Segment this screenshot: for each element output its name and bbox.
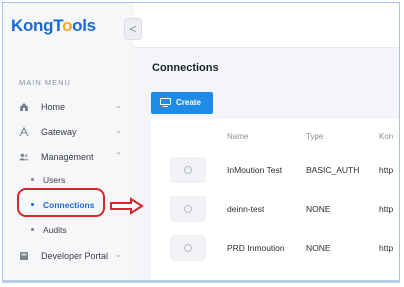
column-header-name[interactable]: Name (227, 132, 248, 141)
app-window: KongTools MAIN MENU Home ⌄ Gateway ⌄ Man… (2, 2, 400, 283)
connection-kong-url: http (379, 165, 394, 175)
connection-avatar (170, 196, 206, 222)
connection-avatar (170, 235, 206, 261)
connection-type: NONE (306, 243, 331, 253)
column-header-kong[interactable]: Kon (379, 132, 393, 141)
monitor-icon (160, 98, 171, 107)
logo-text-kong: Kong (11, 16, 54, 35)
connection-icon (184, 205, 192, 213)
connection-type: NONE (306, 204, 331, 214)
users-icon (19, 153, 29, 161)
connection-avatar (170, 157, 206, 183)
page-title: Connections (152, 62, 219, 74)
chevron-down-icon: ⌄ (115, 101, 122, 110)
chevron-down-icon: ⌄ (115, 250, 122, 259)
chevron-down-icon: ⌄ (115, 126, 122, 135)
chevron-up-icon: ⌃ (115, 151, 122, 160)
connection-type: BASIC_AUTH (306, 165, 360, 175)
sidebar: KongTools MAIN MENU Home ⌄ Gateway ⌄ Man… (3, 3, 135, 280)
table-row[interactable]: deinn-test NONE http (151, 191, 399, 229)
connection-name[interactable]: PRD Inmoution (227, 243, 285, 253)
sidebar-subitem-audits[interactable]: Audits (3, 221, 134, 239)
main-content: Connections Create Name Type Kon InMouti… (134, 3, 399, 280)
bullet-icon (31, 228, 34, 231)
sidebar-item-label: Management (41, 152, 94, 162)
sidebar-item-label: Developer Portal (41, 251, 109, 261)
bullet-icon (31, 178, 34, 181)
sidebar-subitem-users[interactable]: Users (3, 171, 134, 189)
top-bar (134, 3, 399, 48)
home-icon (20, 103, 28, 111)
create-button-label: Create (176, 98, 201, 107)
connection-icon (184, 166, 192, 174)
logo-text-ols: ols (72, 16, 96, 35)
main-menu-heading: MAIN MENU (19, 78, 71, 87)
highlight-annotation (17, 188, 105, 217)
logo-text-o: o (62, 16, 73, 35)
connection-name[interactable]: InMoution Test (227, 165, 282, 175)
sidebar-subitem-label: Users (43, 175, 66, 185)
sidebar-item-developer-portal[interactable]: Developer Portal ⌄ (3, 246, 134, 266)
sidebar-item-home[interactable]: Home ⌄ (3, 97, 134, 117)
red-arrow-icon (110, 197, 144, 215)
gateway-icon (19, 127, 29, 137)
collapse-sidebar-button[interactable]: < (124, 18, 142, 40)
sidebar-item-label: Home (41, 102, 66, 112)
table-row[interactable]: InMoution Test BASIC_AUTH http (151, 152, 399, 190)
logo-text-t: T (53, 16, 63, 35)
connection-name[interactable]: deinn-test (227, 204, 264, 214)
connection-kong-url: http (379, 204, 394, 214)
table-row[interactable]: PRD Inmoution NONE http (151, 230, 399, 268)
column-header-type[interactable]: Type (306, 132, 323, 141)
create-button[interactable]: Create (151, 92, 213, 114)
kong-tools-logo[interactable]: KongTools (11, 16, 96, 36)
sidebar-item-gateway[interactable]: Gateway ⌄ (3, 122, 134, 142)
sidebar-item-management[interactable]: Management ⌃ (3, 147, 134, 167)
connection-icon (184, 244, 192, 252)
connection-kong-url: http (379, 243, 394, 253)
sidebar-subitem-label: Audits (43, 225, 67, 235)
portal-icon (20, 252, 28, 260)
connections-table: Name Type Kon InMoution Test BASIC_AUTH … (151, 119, 399, 280)
sidebar-item-label: Gateway (41, 127, 77, 137)
